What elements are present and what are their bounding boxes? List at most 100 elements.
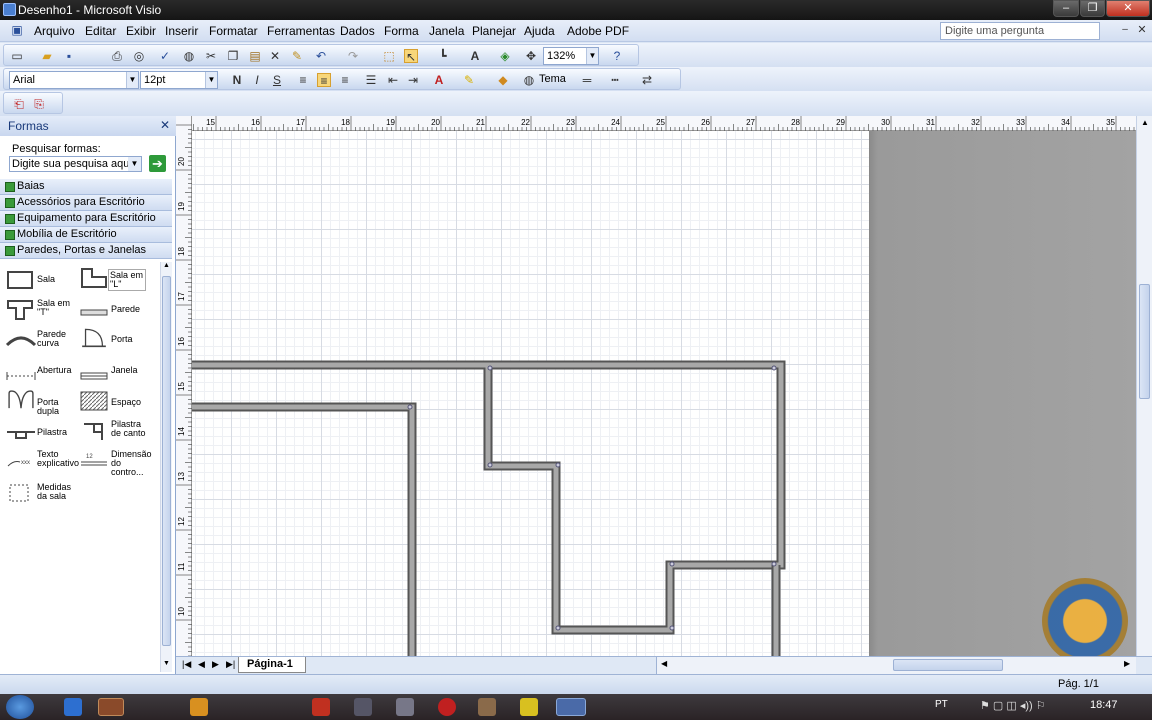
theme-icon[interactable]: ◍ [522,73,536,87]
minimize-button[interactable]: – [1053,0,1079,17]
stamp-icon[interactable]: ◈ [498,49,512,63]
new-icon[interactable]: ▭ [10,49,24,63]
bullets-icon[interactable]: ☰ [364,73,378,87]
prev-page-icon[interactable]: ◀ [198,659,205,670]
doc-minimize-button[interactable]: – [1118,23,1132,37]
delete-icon[interactable]: ✕ [268,49,282,63]
vertical-scroll-thumb[interactable] [1139,284,1150,399]
app-icon[interactable] [396,698,414,716]
next-page-icon[interactable]: ▶ [212,659,219,670]
font-size-combo[interactable]: 12pt ▼ [140,71,218,89]
menu-formatar[interactable]: Formatar [209,24,258,38]
save-icon[interactable]: ▪ [62,49,76,63]
menu-ajuda[interactable]: Ajuda [524,24,555,38]
menu-ferramentas[interactable]: Ferramentas [267,24,335,38]
scroll-up-icon[interactable]: ▲ [163,262,170,269]
record-icon[interactable] [438,698,456,716]
menu-arquivo[interactable]: Arquivo [34,24,75,38]
chevron-down-icon[interactable]: ▼ [126,72,138,88]
align-right-icon[interactable]: ≡ [338,73,352,87]
doc-close-button[interactable]: ✕ [1135,23,1149,37]
menu-inserir[interactable]: Inserir [165,24,198,38]
font-combo[interactable]: Arial ▼ [9,71,139,89]
pointer-icon[interactable]: ↖ [404,49,418,64]
scroll-down-icon[interactable]: ▼ [163,660,170,667]
shapes-scroll-thumb[interactable] [162,276,171,646]
align-center-icon[interactable]: ≡ [317,73,331,88]
language-indicator[interactable]: PT [935,699,948,710]
shapes-icon[interactable]: ⬚ [382,49,396,63]
research-icon[interactable]: ◍ [182,49,196,63]
line-color-icon[interactable]: ✎ [462,73,476,87]
scroll-right-icon[interactable]: ▶ [1124,659,1130,668]
app-icon[interactable] [478,698,496,716]
menu-exibir[interactable]: Exibir [126,24,156,38]
menu-adobe-pdf[interactable]: Adobe PDF [567,24,629,38]
firefox-icon[interactable] [98,698,124,716]
ie-icon[interactable] [64,698,82,716]
vertical-scrollbar[interactable]: ▲ [1136,116,1152,656]
pdf-icon[interactable]: ⎗ [12,97,26,111]
spelling-icon[interactable]: ✓ [158,49,172,63]
italic-button[interactable]: I [250,73,264,87]
print-icon[interactable]: ⎙ [110,49,124,63]
zoom-combo[interactable]: 132% ▼ [543,47,599,65]
line-weight-icon[interactable]: ═ [580,73,594,87]
cut-icon[interactable]: ✂ [204,49,218,63]
stencil-acessorios[interactable]: Acessórios para Escritório [0,195,172,211]
close-icon[interactable]: ✕ [160,118,170,132]
chevron-down-icon[interactable]: ▼ [128,157,141,171]
drawing-page[interactable] [192,131,870,656]
menu-editar[interactable]: Editar [85,24,116,38]
fill-color-icon[interactable]: ◆ [496,73,510,87]
help-icon[interactable]: ? [610,49,624,63]
wall-left-room[interactable] [192,402,417,656]
menu-janela[interactable]: Janela [429,24,464,38]
start-orb-icon[interactable] [6,695,34,719]
menu-dados[interactable]: Dados [340,24,375,38]
font-color-icon[interactable]: A [432,73,446,87]
tab-pagina-1[interactable]: Página-1 [238,657,306,673]
align-left-icon[interactable]: ≡ [296,73,310,87]
tray-icons[interactable]: ⚑ ▢ ◫ ◂)) ⚐ [980,699,1046,712]
line-pattern-icon[interactable]: ┅ [608,73,622,87]
horizontal-scrollbar[interactable]: ◀ ▶ [656,657,1136,674]
connector-icon[interactable]: ┗ [436,49,450,63]
stencil-mobilia[interactable]: Mobília de Escritório [0,227,172,243]
chevron-down-icon[interactable]: ▼ [205,72,217,88]
search-shapes-input[interactable]: Digite sua pesquisa aqui [9,156,142,172]
app-icon[interactable] [354,698,372,716]
maximize-button[interactable]: ❐ [1080,0,1105,17]
ask-question-input[interactable]: Digite uma pergunta [940,22,1100,40]
floor-plan[interactable] [192,131,870,656]
visio-taskbar-icon[interactable] [556,698,586,716]
clock[interactable]: 18:47 [1090,699,1118,711]
close-button[interactable]: ✕ [1106,0,1150,17]
shapes-scrollbar[interactable]: ▲ ▼ [160,262,172,672]
undo-icon[interactable]: ↶ [314,49,328,63]
media-icon[interactable] [190,698,208,716]
redo-icon[interactable]: ↷ [346,49,360,63]
app-icon[interactable] [520,698,538,716]
increase-indent-icon[interactable]: ⇥ [406,73,420,87]
decrease-indent-icon[interactable]: ⇤ [386,73,400,87]
filezilla-icon[interactable] [312,698,330,716]
pdf-email-icon[interactable]: ⎘ [32,97,46,111]
paste-icon[interactable]: ▤ [248,49,262,63]
scroll-up-icon[interactable]: ▲ [1141,118,1149,127]
open-icon[interactable]: ▰ [40,49,54,63]
stencil-paredes[interactable]: Paredes, Portas e Janelas [0,243,172,259]
menu-planejar[interactable]: Planejar [472,24,516,38]
scroll-left-icon[interactable]: ◀ [661,659,667,668]
stencil-baias[interactable]: Baias [0,179,172,195]
visio-doc-icon[interactable]: ▣ [10,23,24,37]
visio-app-icon[interactable] [3,3,16,16]
underline-button[interactable]: S [270,73,284,87]
print-preview-icon[interactable]: ◎ [132,49,146,63]
chevron-down-icon[interactable]: ▼ [586,48,598,64]
format-painter-icon[interactable]: ✎ [290,49,304,63]
next-arrow-icon[interactable]: ➔ [149,155,166,172]
stencil-equipamento[interactable]: Equipamento para Escritório [0,211,172,227]
bold-button[interactable]: N [230,73,244,87]
menu-forma[interactable]: Forma [384,24,419,38]
